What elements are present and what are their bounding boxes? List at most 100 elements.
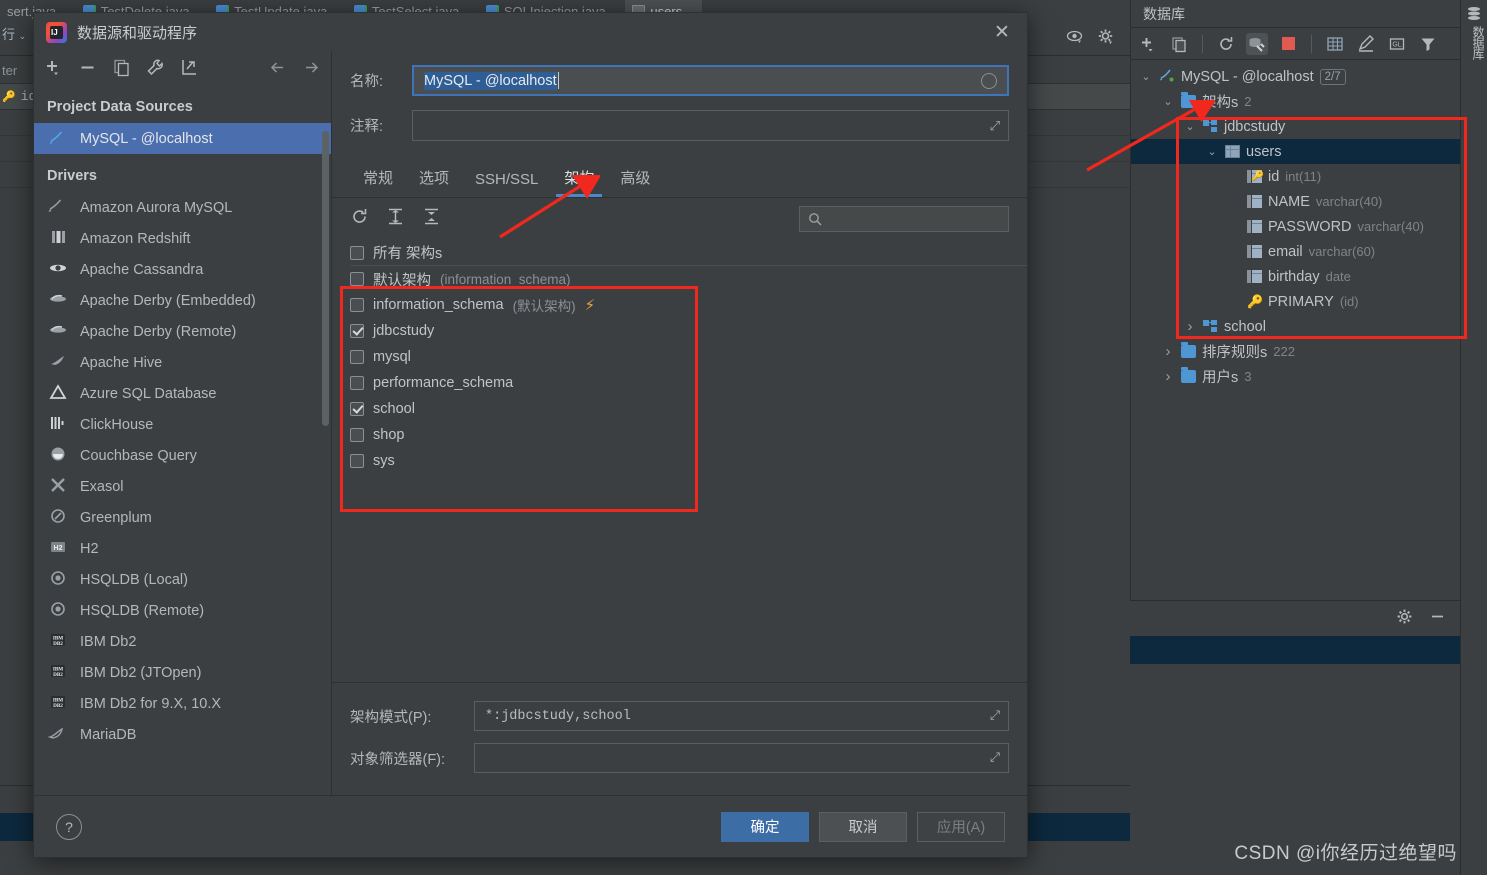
driver-item[interactable]: HSQLDB (Local) bbox=[34, 564, 331, 595]
left-pane-scrollbar[interactable] bbox=[322, 131, 329, 426]
chevron-down-icon[interactable]: ⌄ bbox=[1161, 95, 1175, 108]
driver-item[interactable]: Amazon Aurora MySQL bbox=[34, 192, 331, 223]
schema-row[interactable]: shop bbox=[350, 422, 1027, 448]
connection-status-icon[interactable] bbox=[981, 72, 997, 89]
rail-label-database[interactable]: 数据库 bbox=[1461, 26, 1487, 59]
expand-editor-icon[interactable]: ⤢ bbox=[990, 118, 1000, 134]
settings-tab[interactable]: 常规 bbox=[350, 167, 406, 197]
tree-node[interactable]: email varchar(60) bbox=[1131, 239, 1487, 264]
driver-item[interactable]: IBM DB2 IBM Db2 for 9.X, 10.X bbox=[34, 688, 331, 719]
settings-tab[interactable]: 架构 bbox=[551, 167, 607, 197]
settings-tab[interactable]: SSH/SSL bbox=[462, 171, 551, 197]
settings-tab[interactable]: 高级 bbox=[607, 167, 663, 197]
schema-pattern-input[interactable]: *:jdbcstudy,school ⤢ bbox=[474, 701, 1009, 731]
chevron-down-icon[interactable]: ⌄ bbox=[1139, 70, 1153, 83]
tree-node[interactable]: › school bbox=[1131, 314, 1487, 339]
driver-item[interactable]: Apache Cassandra bbox=[34, 254, 331, 285]
import-icon[interactable] bbox=[180, 58, 199, 82]
expand-all-icon[interactable] bbox=[386, 207, 405, 231]
schema-row[interactable]: information_schema (默认架构) ⚡ bbox=[350, 292, 1027, 318]
chevron-down-icon[interactable]: ⌄ bbox=[1205, 145, 1219, 158]
driver-item[interactable]: Greenplum bbox=[34, 502, 331, 533]
name-input[interactable]: MySQL - @localhost bbox=[412, 65, 1009, 96]
datasource-item[interactable]: MySQL - @localhost bbox=[34, 123, 331, 154]
schema-checkbox[interactable] bbox=[350, 428, 364, 442]
tree-node[interactable]: 🔑 PRIMARY (id) bbox=[1131, 289, 1487, 314]
tree-node[interactable]: ⌄ users bbox=[1131, 139, 1487, 164]
cancel-button[interactable]: 取消 bbox=[819, 811, 907, 842]
add-icon[interactable] bbox=[44, 58, 63, 82]
tree-node[interactable]: birthday date bbox=[1131, 264, 1487, 289]
driver-item[interactable]: Apache Derby (Remote) bbox=[34, 316, 331, 347]
schema-checkbox-list[interactable]: 所有 架构s 默认架构 (information_schema) informatio… bbox=[332, 240, 1027, 682]
driver-item[interactable]: Exasol bbox=[34, 471, 331, 502]
gear-icon[interactable] bbox=[1396, 608, 1413, 630]
forward-arrow-icon[interactable] bbox=[302, 58, 321, 82]
driver-item[interactable]: Apache Derby (Embedded) bbox=[34, 285, 331, 316]
datasources-and-drivers-list[interactable]: Project Data Sources MySQL - @localhost … bbox=[34, 89, 331, 795]
apply-button[interactable]: 应用(A) bbox=[917, 811, 1005, 842]
back-arrow-icon[interactable] bbox=[268, 58, 287, 82]
tree-node[interactable]: 🔑 id int(11) bbox=[1131, 164, 1487, 189]
comment-input[interactable]: ⤢ bbox=[412, 110, 1009, 141]
object-filter-input[interactable]: ⤢ bbox=[474, 743, 1009, 773]
driver-item[interactable]: Apache Hive bbox=[34, 347, 331, 378]
gear-icon[interactable] bbox=[1097, 28, 1114, 50]
tree-node[interactable]: › 用户s 3 bbox=[1131, 364, 1487, 389]
edit-icon[interactable] bbox=[1355, 33, 1377, 55]
schema-search-input[interactable] bbox=[799, 206, 1009, 232]
ok-button[interactable]: 确定 bbox=[721, 811, 809, 842]
query-console-icon[interactable]: GL bbox=[1386, 33, 1408, 55]
copy-icon[interactable] bbox=[1168, 33, 1190, 55]
expand-editor-icon[interactable]: ⤢ bbox=[990, 751, 1000, 766]
datasource-properties-icon[interactable] bbox=[1246, 32, 1268, 55]
minimize-icon[interactable] bbox=[1429, 608, 1446, 630]
tree-node[interactable]: ⌄ MySQL - @localhost 2/7 bbox=[1131, 64, 1487, 89]
chevron-right-icon[interactable]: › bbox=[1161, 368, 1175, 385]
driver-item[interactable]: HSQLDB (Remote) bbox=[34, 595, 331, 626]
driver-item[interactable]: IBM DB2 IBM Db2 bbox=[34, 626, 331, 657]
driver-item[interactable]: MariaDB bbox=[34, 719, 331, 750]
tree-node[interactable]: › 排序规则s 222 bbox=[1131, 339, 1487, 364]
tree-node[interactable]: NAME varchar(40) bbox=[1131, 189, 1487, 214]
eye-icon[interactable] bbox=[1066, 28, 1083, 50]
schema-row[interactable]: school bbox=[350, 396, 1027, 422]
chevron-right-icon[interactable]: › bbox=[1183, 318, 1197, 335]
schema-checkbox[interactable] bbox=[350, 402, 364, 416]
expand-editor-icon[interactable]: ⤢ bbox=[990, 709, 1000, 724]
chevron-down-icon[interactable]: ⌄ bbox=[1183, 120, 1197, 133]
schema-row[interactable]: performance_schema bbox=[350, 370, 1027, 396]
copy-icon[interactable] bbox=[112, 58, 131, 82]
schema-row[interactable]: 默认架构 (information_schema) bbox=[350, 266, 1027, 292]
driver-item[interactable]: H2 H2 bbox=[34, 533, 331, 564]
driver-item[interactable]: IBM DB2 IBM Db2 (JTOpen) bbox=[34, 657, 331, 688]
schema-row[interactable]: jdbcstudy bbox=[350, 318, 1027, 344]
filter-icon[interactable] bbox=[1417, 33, 1439, 55]
remove-icon[interactable] bbox=[78, 58, 97, 82]
schema-checkbox[interactable] bbox=[350, 272, 364, 286]
tree-node[interactable]: ⌄ 架构s 2 bbox=[1131, 89, 1487, 114]
schema-row[interactable]: mysql bbox=[350, 344, 1027, 370]
schema-checkbox[interactable] bbox=[350, 350, 364, 364]
refresh-icon[interactable] bbox=[350, 207, 369, 231]
tree-node[interactable]: PASSWORD varchar(40) bbox=[1131, 214, 1487, 239]
settings-tab[interactable]: 选项 bbox=[406, 167, 462, 197]
schema-row[interactable]: sys bbox=[350, 448, 1027, 474]
schema-checkbox[interactable] bbox=[350, 454, 364, 468]
driver-item[interactable]: ClickHouse bbox=[34, 409, 331, 440]
stop-icon[interactable] bbox=[1277, 33, 1299, 55]
refresh-icon[interactable] bbox=[1215, 33, 1237, 55]
schema-checkbox[interactable] bbox=[350, 376, 364, 390]
schema-checkbox[interactable] bbox=[350, 298, 364, 312]
schema-checkbox[interactable] bbox=[350, 324, 364, 338]
collapse-all-icon[interactable] bbox=[422, 207, 441, 231]
schema-row[interactable]: 所有 架构s bbox=[350, 240, 1027, 266]
help-button[interactable]: ? bbox=[56, 813, 82, 840]
chevron-right-icon[interactable]: › bbox=[1161, 343, 1175, 360]
close-icon[interactable]: ✕ bbox=[987, 17, 1017, 47]
table-editor-icon[interactable] bbox=[1324, 33, 1346, 55]
driver-item[interactable]: Azure SQL Database bbox=[34, 378, 331, 409]
add-icon[interactable] bbox=[1137, 33, 1159, 55]
wrench-icon[interactable] bbox=[146, 58, 165, 82]
schema-checkbox[interactable] bbox=[350, 245, 364, 260]
